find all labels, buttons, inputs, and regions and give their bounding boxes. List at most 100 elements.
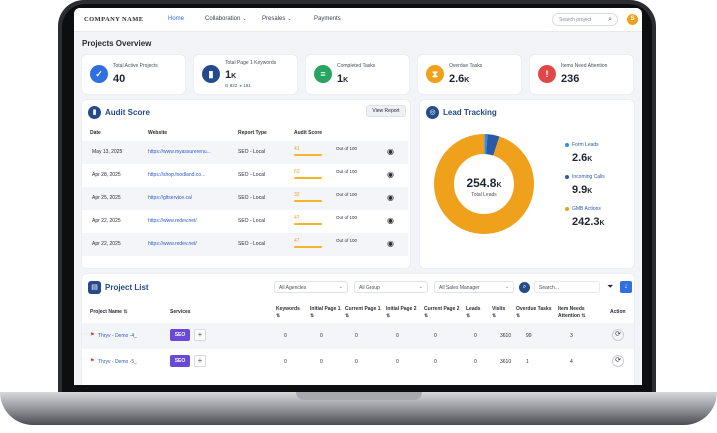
legend-label: GMB Actions: [572, 206, 601, 212]
filter-icon[interactable]: ⏷: [607, 282, 613, 292]
score-bar: [294, 223, 322, 225]
bing-icon: ▸: [239, 83, 243, 88]
google-icon: G: [225, 83, 229, 88]
col-initial-page-1[interactable]: Initial Page 1 ⇅: [310, 306, 341, 320]
lead-title: Lead Tracking: [443, 108, 497, 117]
score-bar: [294, 154, 322, 156]
col-keywords[interactable]: Keywords ⇅: [276, 306, 300, 320]
stat-value: 236: [561, 73, 580, 85]
nav-collaboration[interactable]: Collaboration ⌄: [205, 16, 247, 22]
col-leads[interactable]: Leads ⇅: [466, 306, 480, 320]
laptop-notch: [296, 392, 422, 400]
audit-row: May 13, 2025 https://www.myassurerenu...…: [82, 141, 408, 164]
legend-dot: [565, 207, 569, 211]
view-report-button[interactable]: View Report: [366, 105, 406, 117]
eye-icon[interactable]: ◉: [387, 147, 394, 156]
col-audit-score: Audit Score: [294, 130, 323, 136]
project-name-link[interactable]: Thryv - Demo -5_: [98, 359, 137, 365]
nav-presales[interactable]: Presales ⌄: [262, 16, 292, 22]
sort-icon: ⇅: [424, 313, 429, 319]
col-current-page-2[interactable]: Current Page 2 ⇅: [424, 306, 460, 320]
website-link[interactable]: https://gltservice.ca/: [148, 195, 192, 201]
legend-value: 2.6K: [572, 152, 593, 164]
col-overdue-tasks[interactable]: Overdue Tasks ⇅: [516, 306, 551, 320]
chevron-down-icon: ⌄: [287, 16, 292, 22]
top-nav: COMPANY NAME Home Collaboration ⌄ Presale…: [74, 8, 642, 32]
eye-icon[interactable]: ◉: [387, 216, 394, 225]
eye-icon[interactable]: ◉: [387, 239, 394, 248]
clipboard-icon: ≡: [314, 65, 332, 83]
table-row: ⚑ Thryv - Demo -4_ SEO + 0 0 0 0 0 0 361…: [82, 323, 634, 349]
col-current-page-1[interactable]: Current Page 1 ⇅: [345, 306, 381, 320]
chevron-down-icon: ⌄: [242, 16, 247, 22]
col-website: Website: [148, 130, 168, 136]
sort-icon: ⇅: [386, 313, 391, 319]
sort-icon: ⇅: [123, 309, 128, 315]
action-icon[interactable]: ⟳: [612, 329, 624, 341]
sort-icon: ⇅: [276, 313, 281, 319]
download-icon[interactable]: ↓: [620, 281, 632, 293]
legend-value: 9.9K: [572, 184, 593, 196]
score-bar: [294, 246, 322, 248]
add-service-button[interactable]: +: [194, 355, 206, 367]
check-circle-icon: ✓: [90, 65, 108, 83]
action-icon[interactable]: ⟳: [612, 355, 624, 367]
search-icon[interactable]: ⌕: [519, 282, 530, 293]
website-link[interactable]: https://www.redev.net/: [148, 241, 197, 247]
stat-value: 40: [113, 73, 126, 85]
audit-row: Apr 22, 2025 https://www.redev.net/ SEO …: [82, 233, 408, 256]
search-icon[interactable]: ⌕: [608, 16, 612, 24]
legend-dot: [565, 143, 569, 147]
website-link[interactable]: https://www.myassurerenu...: [148, 149, 211, 155]
warning-icon: !: [538, 65, 556, 83]
page-title: Projects Overview: [82, 39, 152, 48]
website-link[interactable]: https://www.redev.net/: [148, 218, 197, 224]
col-item-needs-attention[interactable]: Item Needs Attention ⇅: [558, 306, 598, 320]
total-leads-value: 254.8K: [466, 176, 502, 190]
stat-card-page1-keywords: ▮ Total Page 1 Keywords 1K G 822 ▸ 181: [194, 55, 297, 94]
sort-icon: ⇅: [310, 313, 315, 319]
project-name-link[interactable]: Thryv - Demo -4_: [98, 333, 137, 339]
brand-name: COMPANY NAME: [84, 16, 144, 23]
nav-payments[interactable]: Payments: [314, 16, 341, 22]
sales-manager-select[interactable]: All Sales Manager ⌄: [434, 281, 514, 293]
table-row: ⚑ Thryv - Demo -5_ SEO + 0 0 0 0 0 0 361…: [82, 349, 634, 375]
keyword-breakdown: G 822 ▸ 181: [225, 83, 251, 88]
dashboard-screen: COMPANY NAME Home Collaboration ⌄ Presale…: [74, 8, 642, 385]
col-action: Action: [610, 309, 626, 315]
eye-icon[interactable]: ◉: [387, 170, 394, 179]
legend-value: 242.3K: [572, 216, 605, 228]
seo-service-badge[interactable]: SEO: [170, 329, 190, 341]
agencies-select[interactable]: All Agencies ⌄: [274, 281, 348, 293]
col-services: Services: [170, 309, 191, 315]
nav-home[interactable]: Home: [168, 16, 184, 22]
flag-icon: ⚑: [90, 358, 95, 364]
sort-icon: ⇅: [492, 313, 497, 319]
add-service-button[interactable]: +: [194, 329, 206, 341]
audit-row: Apr 22, 2025 https://www.redev.net/ SEO …: [92, 215, 394, 225]
chevron-down-icon: ⌄: [504, 284, 509, 290]
col-project-name[interactable]: Project Name ⇅: [90, 309, 128, 316]
sort-icon: ⇅: [581, 313, 586, 319]
stat-label: Items Need Attention: [561, 63, 608, 69]
target-icon: ◎: [426, 106, 439, 119]
col-visits[interactable]: Visits ⇅: [492, 306, 505, 320]
project-list-title: Project List: [105, 283, 149, 292]
project-search-input[interactable]: Search...: [534, 281, 600, 293]
col-initial-page-2[interactable]: Initial Page 2 ⇅: [386, 306, 417, 320]
legend-label: Form Leads: [572, 142, 599, 148]
col-date: Date: [90, 130, 101, 136]
search-input[interactable]: Search project ⌕: [552, 13, 618, 26]
seo-service-badge[interactable]: SEO: [170, 355, 190, 367]
chevron-down-icon: ⌄: [418, 284, 423, 290]
stat-label: Completed Tasks: [337, 63, 376, 69]
eye-icon[interactable]: ◉: [387, 193, 394, 202]
stat-value: 1K: [337, 73, 349, 85]
avatar[interactable]: S: [627, 14, 638, 25]
group-select[interactable]: All Group ⌄: [354, 281, 428, 293]
bar-chart-icon: ▮: [202, 65, 220, 83]
document-icon: ▤: [88, 281, 101, 294]
website-link[interactable]: https://shop.foodland.co...: [148, 172, 205, 178]
stat-label: Overdue Tasks: [449, 63, 483, 69]
stat-label: Total Page 1 Keywords: [225, 60, 277, 66]
